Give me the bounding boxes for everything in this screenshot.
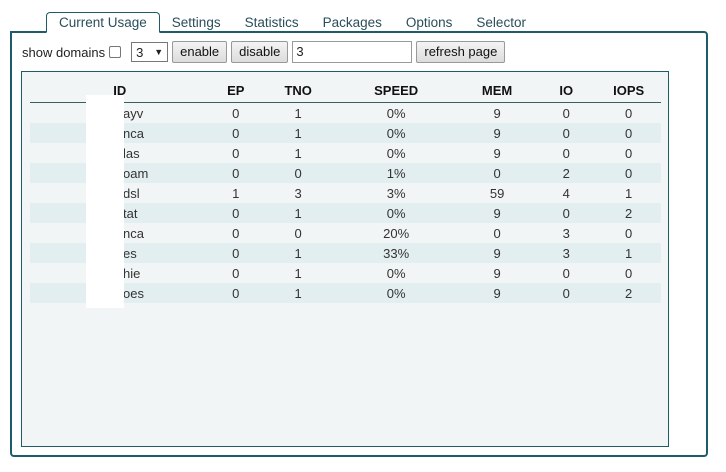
column-header-ep[interactable]: EP — [209, 79, 263, 103]
column-header-speed[interactable]: SPEED — [334, 79, 459, 103]
cell-speed: 33% — [334, 243, 459, 263]
cell-mem: 9 — [458, 283, 537, 303]
cell-tno: 1 — [262, 203, 335, 223]
cell-ep: 0 — [209, 243, 263, 263]
table-row[interactable]: hie 0 1 0% 9 0 0 — [30, 263, 661, 283]
column-header-mem[interactable]: MEM — [458, 79, 537, 103]
cell-io: 3 — [562, 225, 570, 241]
cell-tno: 0 — [262, 163, 335, 183]
cell-mem: 9 — [458, 123, 537, 143]
cell-io: 0 — [562, 105, 570, 121]
cell-iops: 0 — [625, 265, 633, 281]
cell-speed: 0% — [334, 283, 459, 303]
enable-button[interactable]: enable — [172, 41, 228, 63]
cell-io: 0 — [536, 283, 597, 303]
cell-tno: 1 — [262, 243, 335, 263]
show-domains-label: show domains — [22, 44, 106, 60]
cell-ep: 0 — [209, 203, 263, 223]
cell-io: 0 — [562, 265, 570, 281]
table-row[interactable]: ayv 0 1 0% 9 0 0 — [30, 103, 661, 124]
cell-mem: 9 — [493, 145, 501, 161]
refresh-page-button[interactable]: refresh page — [416, 41, 506, 63]
toolbar: show domains 3 ▼ enable disable 3 refres… — [22, 41, 509, 63]
cell-ep: 0 — [232, 225, 240, 241]
table-body: ayv 0 1 0% 9 0 0 nca 0 1 0% 9 0 0 las 0 1 0% 9 0 0 oam 0 0 1% 0 2 0… — [30, 103, 661, 303]
count-select[interactable]: 3 ▼ — [131, 42, 169, 62]
cell-mem: 0 — [493, 225, 501, 241]
tab-options[interactable]: Options — [394, 13, 465, 32]
cell-ep: 0 — [209, 123, 263, 143]
redaction-mask — [86, 95, 124, 308]
cell-mem: 9 — [458, 203, 537, 223]
column-header-tno[interactable]: TNO — [262, 79, 335, 103]
table-header-row: ID EP TNO SPEED MEM IO IOPS — [30, 79, 661, 103]
cell-tno: 1 — [262, 123, 335, 143]
cell-ep: 0 — [232, 265, 240, 281]
table-row[interactable]: es 0 1 33% 9 3 1 — [30, 243, 661, 263]
cell-io: 2 — [536, 163, 597, 183]
tab-current-usage[interactable]: Current Usage — [46, 12, 160, 33]
cell-ep: 0 — [209, 163, 263, 183]
cell-iops: 1 — [625, 185, 633, 201]
cell-iops: 2 — [596, 283, 661, 303]
show-domains-checkbox[interactable] — [109, 46, 122, 58]
cell-tno: 1 — [294, 265, 302, 281]
table-row[interactable]: oes 0 1 0% 9 0 2 — [30, 283, 661, 303]
cell-io: 3 — [536, 243, 597, 263]
cell-mem: 9 — [493, 105, 501, 121]
cell-ep: 1 — [232, 185, 240, 201]
table-row[interactable]: tat 0 1 0% 9 0 2 — [30, 203, 661, 223]
cell-io: 0 — [536, 123, 597, 143]
cell-ep: 0 — [209, 283, 263, 303]
cell-iops: 0 — [625, 105, 633, 121]
tab-bar: Current Usage Settings Statistics Packag… — [46, 12, 538, 33]
cell-mem: 9 — [493, 265, 501, 281]
cell-tno: 1 — [294, 145, 302, 161]
cell-iops: 0 — [625, 145, 633, 161]
cell-speed: 0% — [334, 123, 459, 143]
cell-iops: 0 — [596, 123, 661, 143]
cell-iops: 0 — [625, 225, 633, 241]
table-row[interactable]: las 0 1 0% 9 0 0 — [30, 143, 661, 163]
table-row[interactable]: oam 0 0 1% 0 2 0 — [30, 163, 661, 183]
cell-tno: 1 — [262, 283, 335, 303]
cell-speed: 3% — [386, 185, 406, 201]
table-row[interactable]: nca 0 0 20% 0 3 0 — [30, 223, 661, 243]
cell-speed: 20% — [383, 225, 410, 241]
chevron-down-icon: ▼ — [154, 47, 164, 57]
cell-iops: 2 — [596, 203, 661, 223]
tab-statistics[interactable]: Statistics — [233, 13, 311, 32]
cell-speed: 0% — [386, 105, 406, 121]
cell-speed: 0% — [386, 265, 406, 281]
cell-speed: 0% — [334, 203, 459, 223]
cell-iops: 0 — [596, 163, 661, 183]
column-header-io[interactable]: IO — [536, 79, 597, 103]
tab-packages[interactable]: Packages — [311, 13, 394, 32]
cell-tno: 3 — [294, 185, 302, 201]
tab-selector[interactable]: Selector — [464, 13, 538, 32]
cell-mem: 0 — [458, 163, 537, 183]
cell-io: 4 — [562, 185, 570, 201]
disable-button[interactable]: disable — [231, 41, 289, 63]
table-row[interactable]: dsl 1 3 3% 59 4 1 — [30, 183, 661, 203]
column-header-iops[interactable]: IOPS — [596, 79, 661, 103]
cell-ep: 0 — [232, 145, 240, 161]
cell-io: 0 — [562, 145, 570, 161]
table-row[interactable]: nca 0 1 0% 9 0 0 — [30, 123, 661, 143]
cell-io: 0 — [536, 203, 597, 223]
cell-ep: 0 — [232, 105, 240, 121]
cell-mem: 9 — [458, 243, 537, 263]
tab-settings[interactable]: Settings — [160, 13, 233, 32]
cell-tno: 0 — [294, 225, 302, 241]
cell-iops: 1 — [596, 243, 661, 263]
usage-table: ID EP TNO SPEED MEM IO IOPS ayv 0 1 0% 9 0 0 nc… — [30, 79, 661, 303]
count-select-value: 3 — [136, 44, 144, 60]
refresh-interval-input[interactable]: 3 — [292, 41, 413, 63]
cell-speed: 0% — [386, 145, 406, 161]
cell-speed: 1% — [334, 163, 459, 183]
cell-mem: 59 — [489, 185, 505, 201]
cell-tno: 1 — [294, 105, 302, 121]
